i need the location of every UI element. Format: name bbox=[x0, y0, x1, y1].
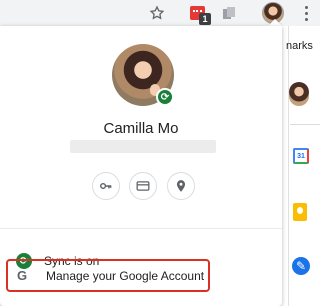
addresses-pin-icon[interactable] bbox=[167, 172, 195, 200]
tasks-icon[interactable]: ✎ bbox=[292, 257, 310, 275]
divider bbox=[290, 124, 320, 125]
red-extension-icon[interactable]: 1 bbox=[186, 2, 211, 25]
sync-icon: ⟳ bbox=[156, 88, 174, 106]
payment-card-icon[interactable] bbox=[129, 172, 157, 200]
calendar-icon[interactable]: 31 bbox=[293, 148, 309, 164]
background-bookmarks-text: narks bbox=[286, 40, 313, 52]
gray-extension-icon[interactable] bbox=[218, 2, 240, 24]
background-avatar bbox=[289, 82, 309, 106]
manage-google-account-button[interactable]: G Manage your Google Account bbox=[6, 259, 210, 292]
manage-account-label: Manage your Google Account bbox=[46, 268, 205, 283]
three-dot-menu-icon[interactable] bbox=[298, 2, 314, 24]
google-g-icon: G bbox=[17, 268, 28, 283]
extension-badge: 1 bbox=[199, 13, 211, 25]
divider bbox=[0, 228, 282, 229]
email-redacted bbox=[70, 140, 216, 153]
star-icon[interactable] bbox=[146, 2, 168, 24]
passwords-key-icon[interactable] bbox=[92, 172, 120, 200]
keep-icon[interactable] bbox=[293, 203, 307, 221]
profile-name: Camilla Mo bbox=[103, 120, 179, 137]
